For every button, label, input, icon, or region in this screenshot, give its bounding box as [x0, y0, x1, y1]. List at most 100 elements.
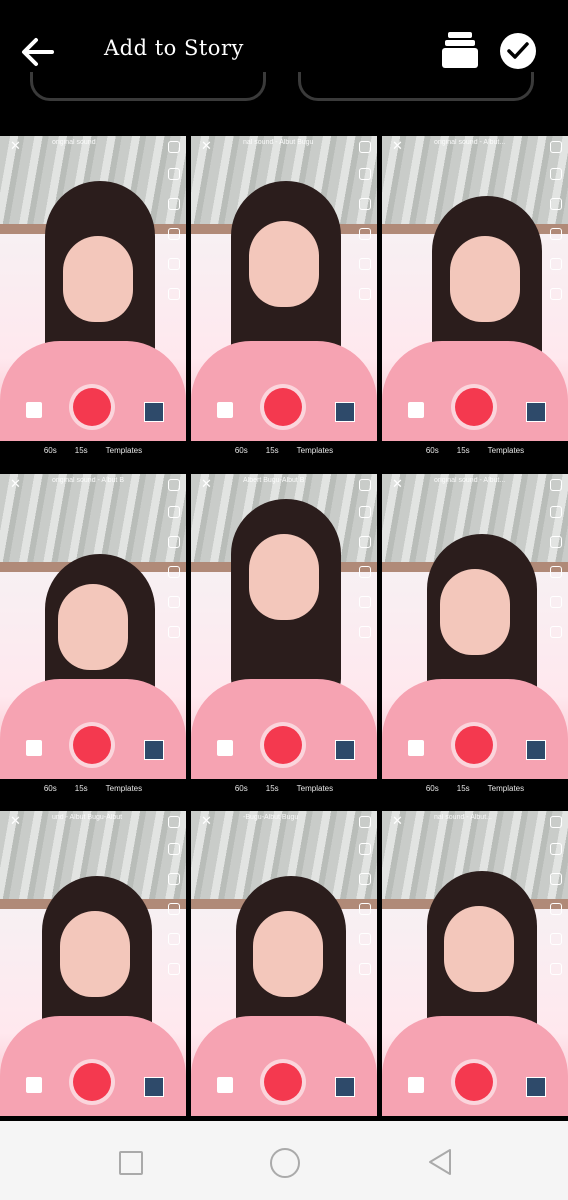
beauty-icon	[359, 566, 371, 578]
beauty-icon	[168, 566, 180, 578]
sound-label: original sound - Albut...	[434, 477, 506, 484]
duration-15s: 15s	[265, 446, 279, 455]
upload-thumbnail	[526, 740, 546, 760]
story-thumbnail[interactable]: ✕ nal sound - Albut Bugu	[191, 136, 377, 441]
upload-thumbnail	[335, 1077, 355, 1097]
story-thumbnail[interactable]: ✕ Albert Bugu-Albut B	[191, 474, 377, 779]
check-icon[interactable]	[500, 33, 536, 69]
speed-icon	[359, 168, 371, 180]
filter-icon	[168, 873, 180, 885]
person-face	[440, 569, 510, 655]
filter-icon	[359, 198, 371, 210]
sound-label: und - Albut Bugu-Albut	[52, 814, 123, 821]
filter-icon	[550, 536, 562, 548]
square-icon[interactable]	[119, 1151, 143, 1175]
duration-templates: Templates	[105, 784, 143, 793]
story-thumbnail[interactable]: ✕ original sound - Albut B	[0, 474, 186, 779]
person-face	[249, 221, 319, 307]
timer-icon	[359, 258, 371, 270]
sound-label: original sound - Albut B	[52, 477, 124, 484]
duration-15s: 15s	[265, 784, 279, 793]
close-icon: ✕	[392, 476, 403, 491]
timer-icon	[550, 258, 562, 270]
timer-icon	[359, 596, 371, 608]
flip-icon	[550, 479, 562, 491]
music-icon	[550, 626, 562, 638]
duration-templates: Templates	[105, 446, 143, 455]
timer-icon	[168, 596, 180, 608]
duration-templates: Templates	[487, 784, 525, 793]
flip-icon	[359, 141, 371, 153]
beauty-icon	[168, 228, 180, 240]
duration-15s: 15s	[456, 784, 470, 793]
sound-label: original sound	[52, 139, 96, 146]
tab-indicator-right	[298, 72, 534, 101]
duration-selector: 60s 15s Templates	[0, 784, 186, 810]
close-icon: ✕	[201, 476, 212, 491]
sound-label: nal sound - Albut...	[434, 814, 492, 821]
music-icon	[359, 288, 371, 300]
music-icon	[550, 963, 562, 975]
duration-60s: 60s	[234, 446, 248, 455]
record-button	[264, 388, 302, 426]
beauty-icon	[168, 903, 180, 915]
duration-60s: 60s	[43, 446, 57, 455]
sound-label: nal sound - Albut Bugu	[243, 139, 314, 146]
beauty-icon	[550, 566, 562, 578]
stack-icon[interactable]	[442, 30, 478, 70]
music-icon	[550, 288, 562, 300]
story-thumbnail[interactable]: ✕ original sound	[0, 136, 186, 441]
record-button	[73, 726, 111, 764]
duration-60s: 60s	[425, 784, 439, 793]
close-icon: ✕	[392, 813, 403, 828]
duration-selector: 60s 15s Templates	[0, 446, 186, 472]
upload-thumbnail	[526, 1077, 546, 1097]
record-button	[264, 1063, 302, 1101]
person-face	[58, 584, 128, 670]
story-thumbnail[interactable]: ✕ -Bugu-Albut Bugu	[191, 811, 377, 1116]
record-button	[73, 1063, 111, 1101]
person-face	[444, 906, 514, 992]
timer-icon	[359, 933, 371, 945]
speed-icon	[168, 168, 180, 180]
arrow-left-icon[interactable]	[18, 32, 58, 72]
duration-15s: 15s	[74, 446, 88, 455]
effects-thumbnail	[408, 402, 424, 418]
filter-icon	[359, 536, 371, 548]
close-icon: ✕	[10, 476, 21, 491]
person-face	[249, 534, 319, 620]
timer-icon	[168, 258, 180, 270]
story-thumbnail[interactable]: ✕ nal sound - Albut...	[382, 811, 568, 1116]
filter-icon	[359, 873, 371, 885]
effects-thumbnail	[217, 402, 233, 418]
filter-icon	[550, 873, 562, 885]
music-icon	[168, 626, 180, 638]
beauty-icon	[359, 228, 371, 240]
person-face	[60, 911, 130, 997]
triangle-back-icon[interactable]	[428, 1148, 452, 1176]
filter-icon	[168, 198, 180, 210]
story-thumbnail[interactable]: ✕ original sound - Albut...	[382, 474, 568, 779]
filter-icon	[168, 536, 180, 548]
story-thumbnail[interactable]: ✕ original sound - Albut...	[382, 136, 568, 441]
beauty-icon	[550, 903, 562, 915]
story-thumbnail[interactable]: ✕ und - Albut Bugu-Albut	[0, 811, 186, 1116]
effects-thumbnail	[408, 1077, 424, 1093]
duration-templates: Templates	[487, 446, 525, 455]
upload-thumbnail	[144, 402, 164, 422]
close-icon: ✕	[201, 138, 212, 153]
page-title: Add to Story	[104, 36, 244, 60]
upload-thumbnail	[144, 1077, 164, 1097]
duration-selector: 60s 15s Templates	[382, 784, 568, 810]
circle-icon[interactable]	[270, 1148, 300, 1178]
effects-thumbnail	[217, 740, 233, 756]
flip-icon	[550, 141, 562, 153]
duration-15s: 15s	[456, 446, 470, 455]
beauty-icon	[550, 228, 562, 240]
story-grid: ✕ original sound ✕ nal sound - Albut Bug…	[0, 136, 568, 1121]
record-button	[455, 726, 493, 764]
flip-icon	[359, 816, 371, 828]
header-bar: Add to Story	[0, 0, 568, 101]
sound-label: original sound - Albut...	[434, 139, 506, 146]
timer-icon	[550, 596, 562, 608]
